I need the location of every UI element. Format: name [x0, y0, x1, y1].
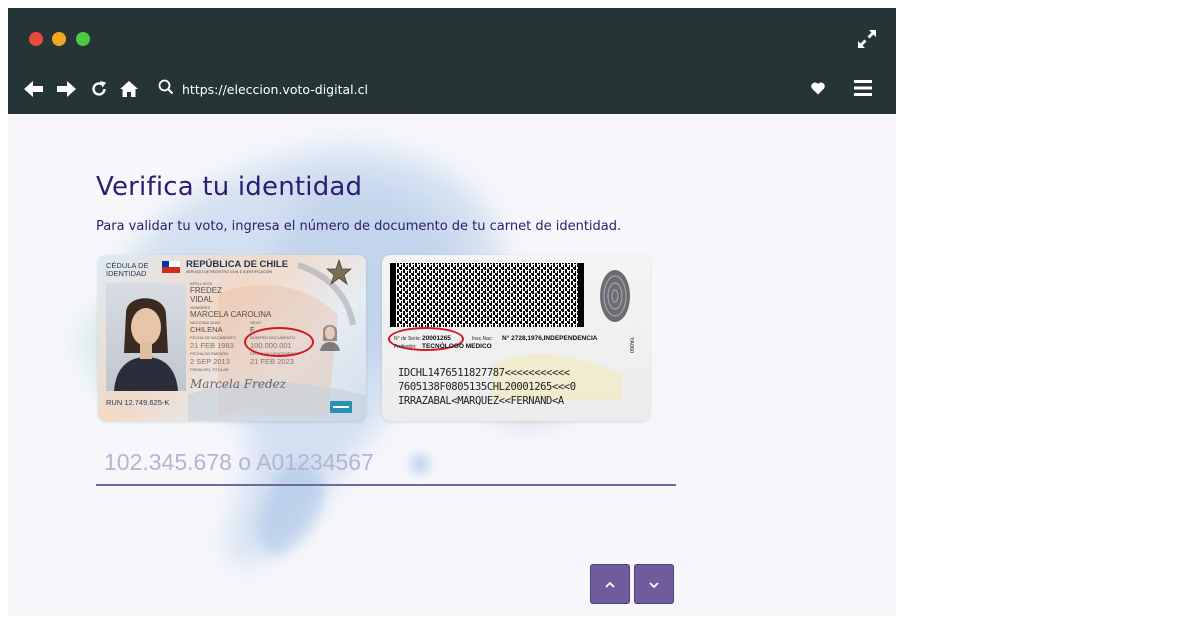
mrz-line-3: IRRAZABAL<MARQUEZ<<FERNAND<A: [398, 395, 564, 407]
profession-label: Profesión:: [394, 344, 417, 350]
birth-date: 21 FEB 1983: [190, 341, 234, 350]
signature-label: FIRMA DEL TITULAR: [190, 367, 229, 372]
id-card-back-image: YA060 N° de Serie: 20001265 Insc.Nac: N°…: [382, 255, 650, 421]
chile-flag-icon: [162, 261, 180, 273]
chip-emblem-icon: [330, 401, 352, 413]
arrow-right-icon[interactable]: [56, 78, 78, 100]
url-text[interactable]: https://eleccion.voto-digital.cl: [182, 82, 368, 97]
card-country: REPÚBLICA DE CHILE: [186, 259, 289, 270]
holder-photo: [106, 283, 186, 391]
page-content: Verifica tu identidad Para validar tu vo…: [8, 114, 896, 616]
browser-toolbar: https://eleccion.voto-digital.cl: [8, 8, 896, 114]
issue-date: 2 SEP 2013: [190, 357, 230, 366]
next-button[interactable]: [634, 564, 674, 604]
card-agency: SERVICIO DE REGISTRO CIVIL E IDENTIFICAC…: [186, 270, 273, 274]
issue-label: FECHA DE EMISIÓN: [190, 351, 229, 356]
mrz-line-1: IDCHL1476511827787<<<<<<<<<<<: [398, 367, 570, 379]
document-number-input[interactable]: [96, 440, 676, 486]
inscription-value: N° 2728,1976,INDEPENDENCIA: [502, 335, 598, 342]
chevron-up-icon: [605, 577, 615, 592]
minimize-window-button[interactable]: [52, 32, 66, 46]
expand-icon[interactable]: [856, 28, 878, 50]
close-window-button[interactable]: [29, 32, 43, 46]
chevron-down-icon: [649, 577, 659, 592]
card-type-label-2: IDENTIDAD: [106, 269, 147, 278]
arrow-left-icon[interactable]: [23, 78, 45, 100]
nationality: CHILENA: [190, 325, 223, 334]
browser-window: https://eleccion.voto-digital.cl Verific…: [8, 8, 896, 616]
document-number-highlight: [244, 327, 314, 357]
address-bar[interactable]: https://eleccion.voto-digital.cl: [158, 78, 368, 100]
heart-icon[interactable]: [810, 80, 826, 101]
expiry-date: 21 FEB 2023: [250, 357, 294, 366]
birth-label: FECHA DE NACIMIENTO: [190, 335, 237, 340]
surname-1: FREDEZ: [190, 286, 222, 295]
search-icon: [158, 79, 174, 100]
hamburger-menu-icon[interactable]: [854, 79, 872, 102]
side-code: YA060: [628, 337, 634, 354]
fingerprint-icon: [598, 267, 632, 330]
holder-signature: Marcela Fredez: [190, 377, 287, 391]
page-subtitle: Para validar tu voto, ingresa el número …: [96, 219, 622, 234]
ghost-photo: [318, 321, 342, 351]
home-icon[interactable]: [118, 78, 140, 100]
holder-names: MARCELA CAROLINA: [190, 310, 272, 319]
page-title: Verifica tu identidad: [96, 172, 363, 202]
mrz-line-2: 7605138F0805135CHL20001265<<<0: [398, 381, 576, 393]
id-card-front-image: CÉDULA DE IDENTIDAD REPÚBLICA DE CHILE S…: [98, 255, 366, 421]
profession-value: TECNÓLOGO MEDICO: [422, 343, 492, 350]
run-number: RUN 12.749.625-K: [106, 398, 170, 407]
reload-icon[interactable]: [88, 78, 110, 100]
previous-button[interactable]: [590, 564, 630, 604]
maximize-window-button[interactable]: [76, 32, 90, 46]
surname-2: VIDAL: [190, 295, 214, 304]
star-icon: [325, 258, 353, 290]
inscription-label: Insc.Nac:: [472, 336, 493, 342]
